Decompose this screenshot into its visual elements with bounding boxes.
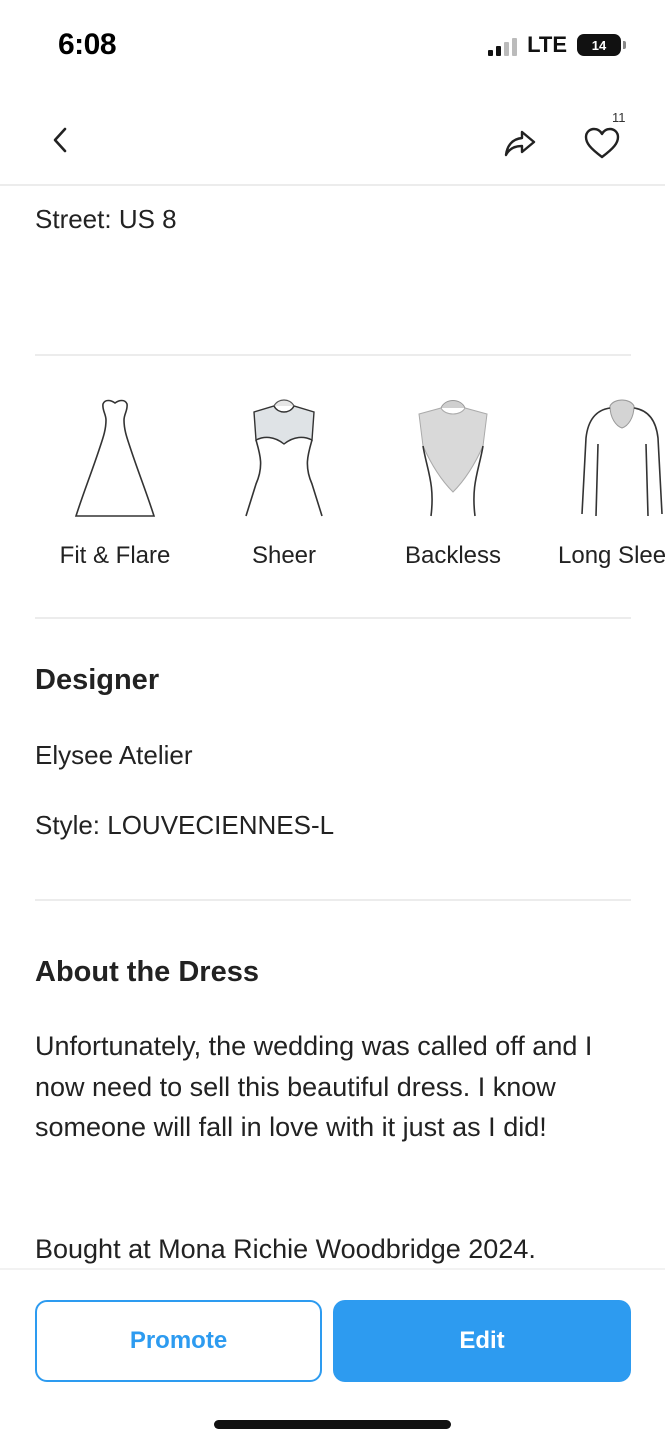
favorite-button[interactable] [582, 126, 622, 162]
status-bar: 6:08 LTE 14 [0, 0, 665, 92]
share-icon [504, 130, 536, 157]
nav-bar: 11 [0, 92, 665, 186]
fit-flare-silhouette-icon [74, 399, 156, 517]
edit-button[interactable]: Edit [333, 1300, 631, 1382]
divider [35, 617, 631, 619]
feature-label: Backless [404, 542, 502, 569]
favorites-count: 11 [612, 110, 626, 125]
status-time: 6:08 [58, 28, 117, 61]
signal-icon [488, 34, 518, 56]
share-button[interactable] [500, 126, 540, 162]
about-purchase-info: Bought at Mona Richie Woodbridge 2024. [35, 1234, 536, 1264]
designer-name: Elysee Atelier [35, 740, 193, 770]
about-description: Unfortunately, the wedding was called of… [35, 1031, 593, 1142]
feature-label: Sheer [251, 542, 317, 569]
bottom-action-bar: Promote Edit [0, 1268, 665, 1442]
battery-level: 14 [591, 37, 607, 53]
chevron-left-icon [53, 127, 67, 153]
feature-backless[interactable]: Backless [373, 394, 533, 594]
battery-icon: 14 [577, 34, 626, 56]
promote-button[interactable]: Promote [35, 1300, 322, 1382]
feature-label: Long Sleeve [558, 542, 665, 569]
divider [35, 354, 631, 356]
back-button[interactable] [42, 122, 78, 158]
designer-style: Style: LOUVECIENNES-L [35, 810, 335, 840]
feature-carousel[interactable]: Fit & Flare Sheer Backless Long Sleeve [35, 394, 665, 594]
feature-long-sleeve[interactable]: Long Sleeve [542, 394, 665, 594]
status-indicators: LTE 14 [488, 32, 626, 58]
feature-sheer[interactable]: Sheer [204, 394, 364, 594]
about-heading: About the Dress [35, 956, 259, 988]
divider [35, 899, 631, 901]
heart-icon [584, 127, 620, 159]
backless-bodice-icon [418, 400, 488, 517]
feature-label: Fit & Flare [59, 542, 171, 569]
sheer-bodice-icon [245, 399, 323, 517]
street-size: Street: US 8 [35, 204, 177, 234]
long-sleeve-bodice-icon [581, 399, 663, 517]
feature-fit-flare[interactable]: Fit & Flare [35, 394, 195, 594]
network-label: LTE [527, 32, 567, 57]
designer-heading: Designer [35, 664, 160, 696]
home-indicator[interactable] [214, 1420, 451, 1429]
